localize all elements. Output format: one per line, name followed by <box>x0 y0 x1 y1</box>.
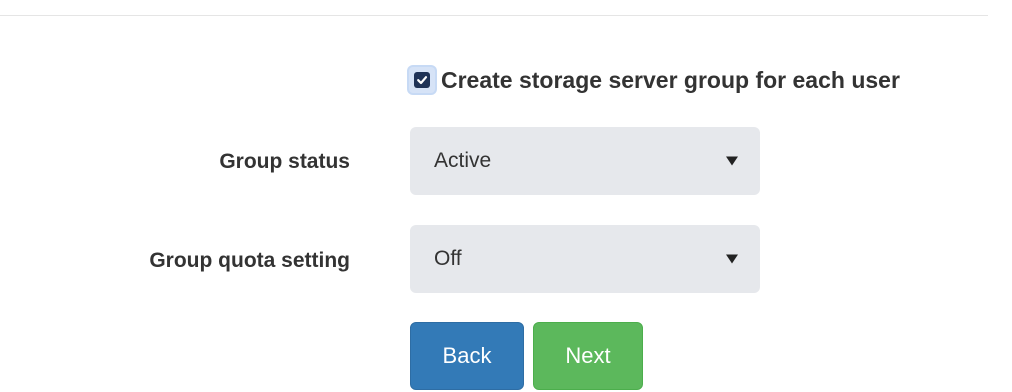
group-status-value: Active <box>434 149 492 172</box>
group-status-label: Group status <box>219 150 350 173</box>
caret-down-icon <box>726 156 738 166</box>
next-button[interactable]: Next <box>533 322 643 390</box>
create-group-checkbox-row[interactable]: Create storage server group for each use… <box>409 60 900 100</box>
top-divider <box>0 15 988 16</box>
group-status-select[interactable]: Active <box>410 127 760 195</box>
group-quota-select[interactable]: Off <box>410 225 760 293</box>
group-quota-label: Group quota setting <box>149 249 350 272</box>
checkmark-icon <box>414 72 430 88</box>
create-group-checkbox[interactable] <box>409 67 435 93</box>
create-group-checkbox-label: Create storage server group for each use… <box>441 66 900 93</box>
group-quota-value: Off <box>434 247 462 270</box>
caret-down-icon <box>726 254 738 264</box>
back-button[interactable]: Back <box>410 322 524 390</box>
